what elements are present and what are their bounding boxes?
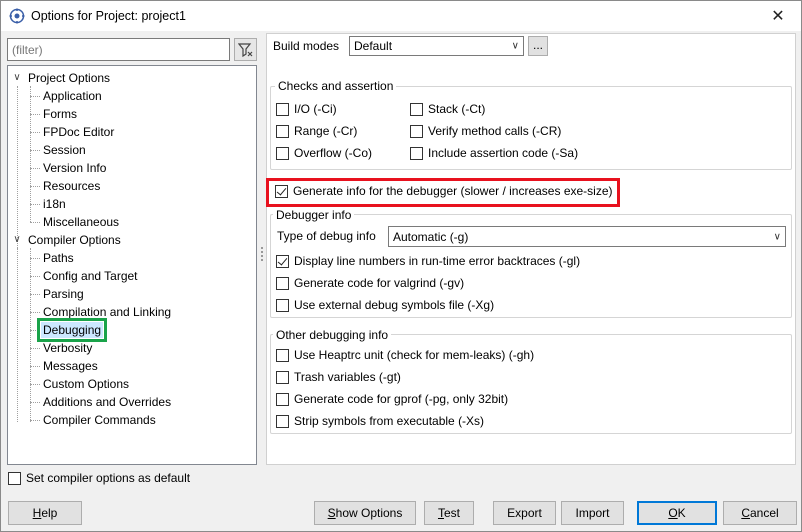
tree-item-session[interactable]: Session — [43, 142, 86, 158]
check-stack[interactable]: Stack (-Ct) — [410, 100, 485, 118]
check-line-numbers[interactable]: Display line numbers in run-time error b… — [276, 252, 580, 270]
debug-type-select[interactable]: Automatic (-g) ∨ — [388, 226, 786, 247]
tree-item-i18n[interactable]: i18n — [43, 196, 66, 212]
tree-item-resources[interactable]: Resources — [43, 178, 100, 194]
clear-filter-button[interactable] — [234, 38, 257, 61]
chevron-down-icon: ∨ — [511, 40, 519, 52]
check-trash-variables[interactable]: Trash variables (-gt) — [276, 368, 401, 386]
tree-item-miscellaneous[interactable]: Miscellaneous — [43, 214, 119, 230]
tree-item-additions-and-overrides[interactable]: Additions and Overrides — [43, 394, 171, 410]
checks-group-title: Checks and assertion — [275, 79, 397, 93]
close-button[interactable]: ✕ — [755, 1, 801, 31]
options-dialog: Options for Project: project1 ✕ ∨ Projec… — [0, 0, 802, 532]
tree-group-compiler-options[interactable]: Compiler Options — [28, 232, 121, 248]
close-icon: ✕ — [771, 8, 785, 25]
checkbox[interactable] — [8, 471, 21, 485]
debug-type-label: Type of debug info — [277, 229, 376, 243]
check-external-debug-symbols[interactable]: Use external debug symbols file (-Xg) — [276, 296, 494, 314]
test-button[interactable]: Test — [424, 501, 474, 525]
build-modes-value: Default — [354, 39, 393, 53]
check-strip-symbols[interactable]: Strip symbols from executable (-Xs) — [276, 412, 484, 430]
highlight-annotation — [266, 178, 620, 207]
options-tree[interactable]: ∨ Project Options Application Forms FPDo… — [7, 65, 257, 465]
window-title: Options for Project: project1 — [31, 9, 186, 23]
set-default-label: Set compiler options as default — [26, 471, 191, 485]
tree-item-parsing[interactable]: Parsing — [43, 286, 84, 302]
tree-item-forms[interactable]: Forms — [43, 106, 77, 122]
check-range[interactable]: Range (-Cr) — [276, 122, 357, 140]
title-bar: Options for Project: project1 ✕ — [1, 1, 801, 31]
tree-item-version-info[interactable]: Version Info — [43, 160, 106, 176]
tree-item-fpdoc-editor[interactable]: FPDoc Editor — [43, 124, 114, 140]
check-gprof[interactable]: Generate code for gprof (-pg, only 32bit… — [276, 390, 508, 408]
check-io[interactable]: I/O (-Ci) — [276, 100, 337, 118]
set-default-checkbox[interactable]: Set compiler options as default — [8, 471, 190, 485]
debugger-info-title: Debugger info — [273, 208, 355, 222]
check-overflow[interactable]: Overflow (-Co) — [276, 144, 372, 162]
chevron-down-icon: ∨ — [773, 231, 781, 242]
build-modes-select[interactable]: Default ∨ — [349, 36, 524, 56]
check-include-assertion[interactable]: Include assertion code (-Sa) — [410, 144, 578, 162]
options-panel: Build modes Default ∨ ... Checks and ass… — [266, 33, 796, 465]
tree-item-compiler-commands[interactable]: Compiler Commands — [43, 412, 156, 428]
check-verify-method-calls[interactable]: Verify method calls (-CR) — [410, 122, 561, 140]
lazarus-app-icon — [9, 8, 25, 24]
help-button[interactable]: Help — [8, 501, 82, 525]
tree-item-custom-options[interactable]: Custom Options — [43, 376, 129, 392]
show-options-button[interactable]: Show Options — [314, 501, 416, 525]
filter-icon — [237, 42, 252, 57]
collapse-icon[interactable]: ∨ — [11, 70, 23, 86]
ok-button[interactable]: OK — [637, 501, 717, 525]
build-modes-label: Build modes — [273, 39, 340, 53]
filter-input[interactable] — [7, 38, 230, 61]
other-debug-title: Other debugging info — [273, 328, 392, 342]
export-button[interactable]: Export — [493, 501, 556, 525]
tree-item-application[interactable]: Application — [43, 88, 102, 104]
tree-item-paths[interactable]: Paths — [43, 250, 74, 266]
check-valgrind[interactable]: Generate code for valgrind (-gv) — [276, 274, 464, 292]
cancel-button[interactable]: Cancel — [723, 501, 797, 525]
collapse-icon[interactable]: ∨ — [11, 232, 23, 248]
debug-type-value: Automatic (-g) — [393, 229, 469, 244]
tree-item-compilation-and-linking[interactable]: Compilation and Linking — [43, 304, 171, 320]
tree-item-debugging[interactable]: Debugging — [36, 318, 108, 342]
tree-item-messages[interactable]: Messages — [43, 358, 98, 374]
build-modes-dots-button[interactable]: ... — [528, 36, 548, 56]
check-heaptrc[interactable]: Use Heaptrc unit (check for mem-leaks) (… — [276, 346, 534, 364]
tree-group-project-options[interactable]: Project Options — [28, 70, 110, 86]
tree-item-config-and-target[interactable]: Config and Target — [43, 268, 138, 284]
panel-splitter[interactable] — [259, 33, 265, 465]
tree-item-verbosity[interactable]: Verbosity — [43, 340, 92, 356]
import-button[interactable]: Import — [561, 501, 624, 525]
